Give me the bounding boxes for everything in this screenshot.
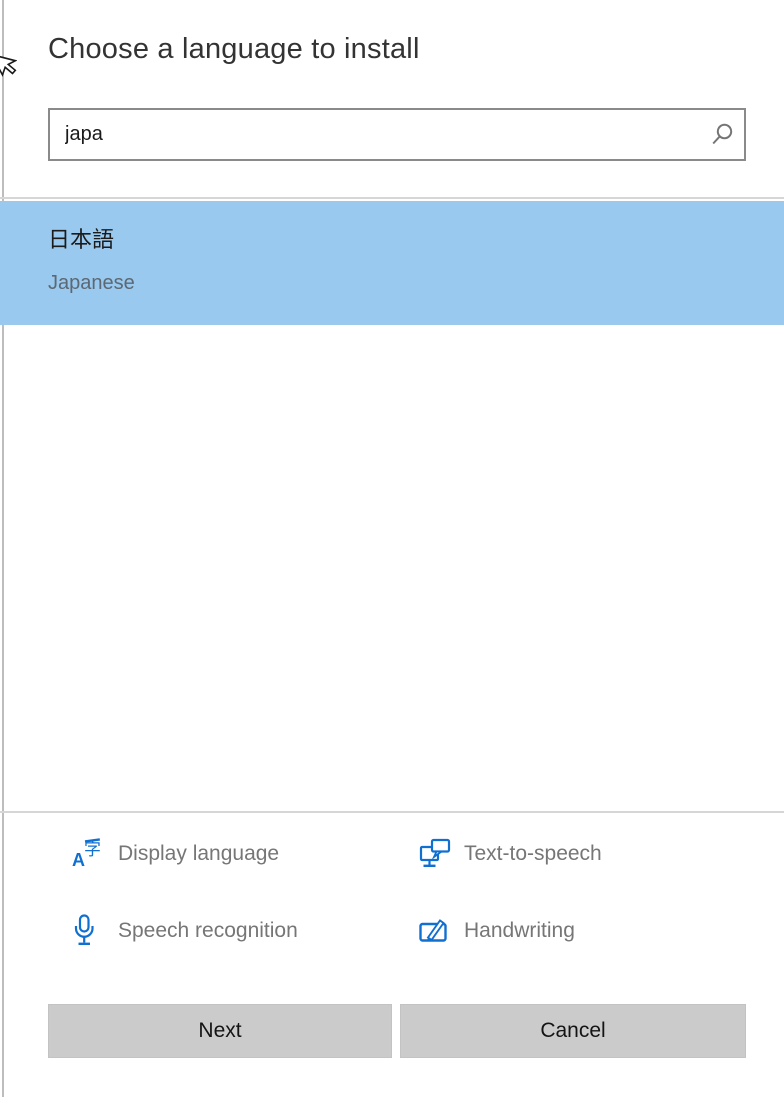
legend-handwriting: Handwriting xyxy=(418,910,575,952)
cancel-button[interactable]: Cancel xyxy=(400,1004,746,1058)
language-english-name: Japanese xyxy=(48,272,135,294)
handwriting-icon xyxy=(418,915,454,947)
language-search-input[interactable] xyxy=(50,110,700,159)
language-result-japanese[interactable]: 日本語 Japanese xyxy=(0,201,784,325)
text-to-speech-icon xyxy=(418,837,454,871)
language-native-name: 日本語 xyxy=(48,227,115,252)
microphone-icon xyxy=(72,913,108,949)
language-search-box xyxy=(48,108,746,161)
legend-label: Speech recognition xyxy=(118,919,298,942)
legend-display-language: A 字 Display language xyxy=(72,833,279,875)
legend-divider xyxy=(0,811,784,813)
legend-text-to-speech: Text-to-speech xyxy=(418,833,602,875)
add-language-dialog: Choose a language to install 日本語 Japanes… xyxy=(0,0,784,1097)
search-icon[interactable] xyxy=(700,110,744,159)
legend-label: Display language xyxy=(118,842,280,865)
translate-icon: A 字 xyxy=(72,837,108,871)
legend-label: Text-to-speech xyxy=(464,842,602,865)
legend-label: Handwriting xyxy=(464,919,575,942)
dialog-title: Choose a language to install xyxy=(48,33,420,65)
dialog-left-border xyxy=(2,0,4,1097)
next-button[interactable]: Next xyxy=(48,1004,392,1058)
legend-speech-recognition: Speech recognition xyxy=(72,910,298,952)
mouse-cursor-icon xyxy=(0,53,17,77)
header-divider xyxy=(0,197,784,199)
svg-text:字: 字 xyxy=(84,840,101,859)
